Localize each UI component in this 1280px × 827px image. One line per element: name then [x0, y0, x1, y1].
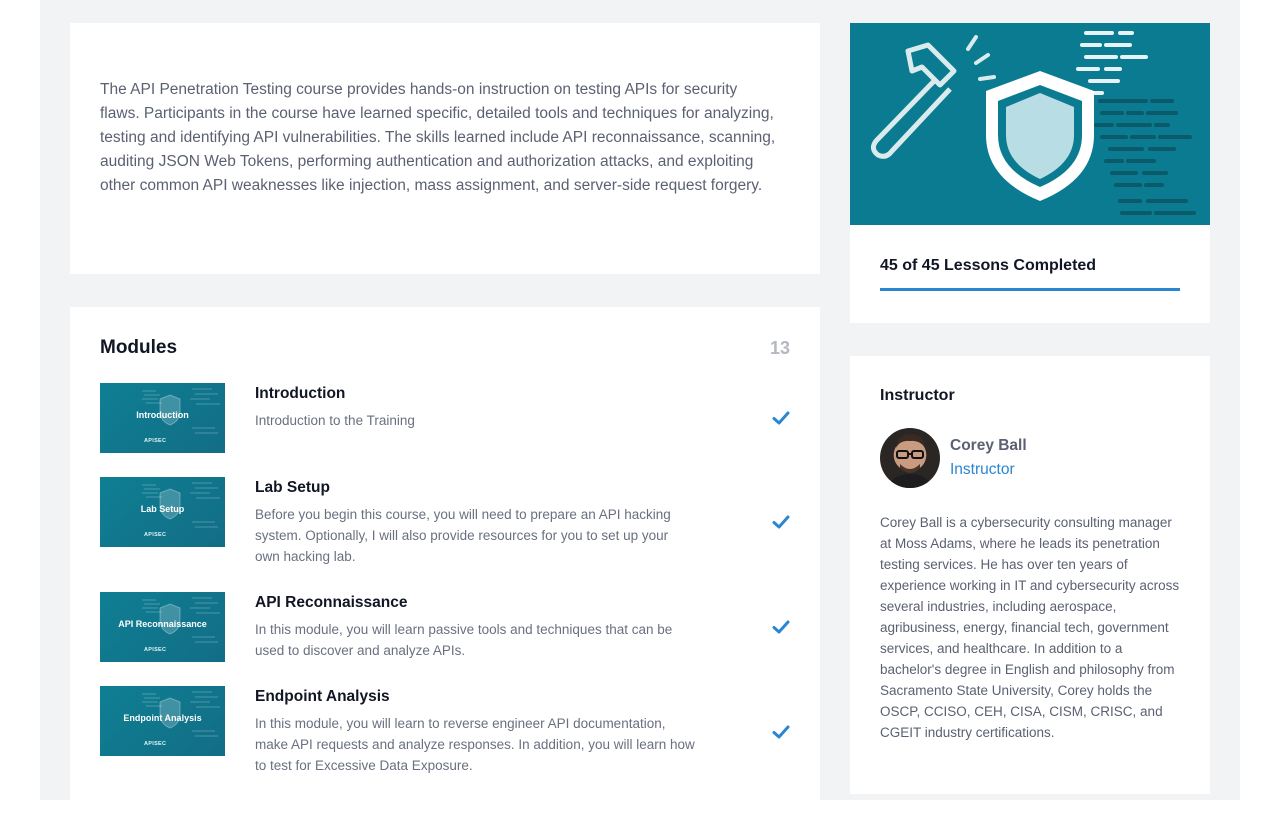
- progress-bar: [880, 288, 1180, 291]
- course-page: The API Penetration Testing course provi…: [40, 0, 1240, 827]
- course-progress-card: 45 of 45 Lessons Completed: [850, 23, 1210, 323]
- module-thumbnail-label: Endpoint Analysis: [123, 713, 202, 723]
- lessons-completed-label: 45 of 45 Lessons Completed: [880, 257, 1097, 274]
- module-title[interactable]: API Reconnaissance: [255, 594, 407, 612]
- module-item-endpoint-analysis[interactable]: Endpoint Analysis APISEC Endpoint Analys…: [100, 686, 790, 786]
- module-description: Introduction to the Training: [255, 413, 415, 428]
- modules-title: Modules: [100, 337, 178, 358]
- check-icon: [772, 515, 790, 529]
- module-thumbnail-brand: APISEC: [144, 647, 167, 653]
- progress-bar-fill: [880, 288, 1180, 291]
- instructor-name: Corey Ball: [950, 437, 1027, 454]
- module-item-introduction[interactable]: Introduction APISEC Introduction Introdu…: [100, 383, 790, 463]
- module-description: In this module, you will learn passive t…: [255, 622, 673, 658]
- module-title[interactable]: Lab Setup: [255, 479, 330, 497]
- modules-header: Modules 13: [100, 337, 790, 359]
- module-thumbnail-brand: APISEC: [144, 741, 167, 747]
- check-icon: [772, 725, 790, 739]
- module-description: Before you begin this course, you will n…: [255, 507, 671, 564]
- course-banner: [850, 23, 1210, 225]
- instructor-avatar: [880, 428, 940, 488]
- instructor-heading: Instructor: [880, 387, 955, 404]
- module-thumbnail[interactable]: API Reconnaissance APISEC: [100, 592, 225, 662]
- module-thumbnail-label: API Reconnaissance: [118, 619, 207, 629]
- instructor-role-link[interactable]: Instructor: [950, 461, 1015, 479]
- instructor-card: Instructor Corey Ball Instructor Corey B…: [850, 356, 1210, 794]
- module-title[interactable]: Endpoint Analysis: [255, 688, 390, 706]
- check-icon: [772, 620, 790, 634]
- module-description: In this module, you will learn to revers…: [255, 716, 695, 773]
- module-item-api-reconnaissance[interactable]: API Reconnaissance APISEC API Reconnaiss…: [100, 592, 790, 672]
- module-thumbnail[interactable]: Introduction APISEC: [100, 383, 225, 453]
- check-icon: [772, 411, 790, 425]
- module-thumbnail[interactable]: Lab Setup APISEC: [100, 477, 225, 547]
- course-description-card: The API Penetration Testing course provi…: [70, 23, 820, 274]
- module-item-lab-setup[interactable]: Lab Setup APISEC Lab Setup Before you be…: [100, 477, 790, 577]
- module-title[interactable]: Introduction: [255, 385, 345, 403]
- instructor-bio: Corey Ball is a cybersecurity consulting…: [880, 515, 1180, 740]
- module-thumbnail-label: Introduction: [136, 410, 189, 420]
- modules-count: 13: [769, 337, 790, 358]
- modules-card: Modules 13 Introduction APISEC Introduct…: [70, 307, 820, 827]
- course-description: The API Penetration Testing course provi…: [100, 81, 776, 194]
- module-thumbnail[interactable]: Endpoint Analysis APISEC: [100, 686, 225, 756]
- avatar-portrait-icon: [888, 434, 932, 488]
- hammer-shield-icon: [870, 31, 1196, 215]
- module-thumbnail-label: Lab Setup: [140, 504, 185, 514]
- module-thumbnail-brand: APISEC: [144, 532, 167, 538]
- module-thumbnail-brand: APISEC: [144, 438, 167, 444]
